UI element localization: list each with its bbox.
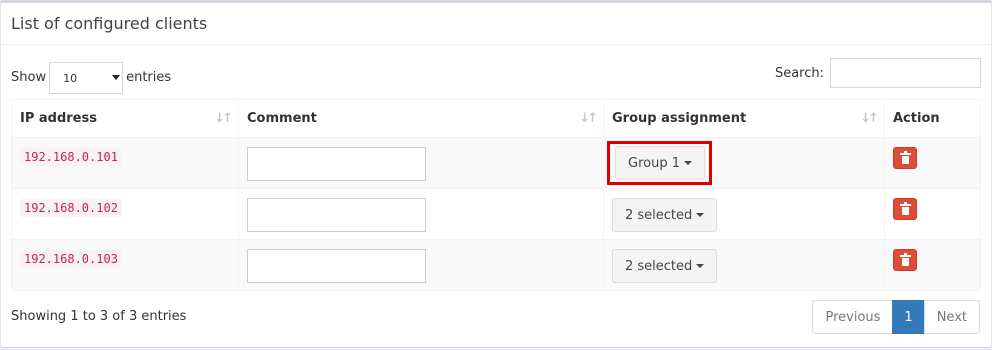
ip-cell: 192.168.0.102	[11, 188, 239, 240]
highlight-box: Group 1	[607, 141, 712, 185]
ip-address: 192.168.0.102	[20, 199, 122, 217]
group-select-label: Group 1	[628, 155, 680, 171]
column-header-ip-label: IP address	[20, 111, 97, 126]
entries-select-value: 10	[63, 72, 78, 85]
action-cell	[884, 239, 981, 291]
column-header-group[interactable]: Group assignment ↓↑	[603, 99, 885, 138]
comment-cell	[238, 188, 604, 240]
box-header: List of configured clients	[1, 3, 991, 45]
trash-icon	[900, 253, 911, 266]
caret-down-icon	[696, 264, 705, 268]
group-select-button[interactable]: 2 selected	[612, 198, 718, 232]
action-cell	[884, 188, 981, 240]
column-header-action: Action	[884, 99, 981, 138]
next-button[interactable]: Next	[923, 300, 980, 334]
page-1-button[interactable]: 1	[892, 300, 925, 334]
table-row: 192.168.0.102 2 selected	[11, 188, 981, 240]
column-header-ip[interactable]: IP address ↓↑	[11, 99, 239, 138]
comment-input[interactable]	[247, 198, 426, 232]
comment-cell	[238, 137, 604, 189]
delete-button[interactable]	[893, 249, 917, 271]
action-cell	[884, 137, 981, 189]
previous-button[interactable]: Previous	[812, 300, 894, 334]
ip-address: 192.168.0.103	[20, 250, 122, 268]
column-header-group-label: Group assignment	[612, 111, 747, 126]
group-cell: Group 1	[603, 137, 885, 189]
ip-cell: 192.168.0.103	[11, 239, 239, 291]
sort-icon: ↓↑	[214, 111, 233, 126]
sort-icon: ↓↑	[860, 111, 879, 126]
group-select-label: 2 selected	[625, 258, 693, 274]
show-label: Show	[11, 69, 47, 85]
column-header-comment[interactable]: Comment ↓↑	[238, 99, 604, 138]
ip-address: 192.168.0.101	[20, 148, 122, 166]
search-control: Search:	[775, 58, 981, 88]
sort-icon: ↓↑	[579, 111, 598, 126]
clients-table: IP address ↓↑ Comment ↓↑ Group assignmen…	[11, 99, 981, 291]
comment-input[interactable]	[247, 147, 426, 181]
entries-select[interactable]: 10	[49, 62, 124, 94]
clients-box: List of configured clients Show 10 entri…	[0, 0, 992, 348]
comment-input[interactable]	[247, 249, 426, 283]
delete-button[interactable]	[893, 147, 917, 169]
table-controls: Show 10 entries Search:	[11, 55, 981, 94]
caret-down-icon	[683, 161, 692, 165]
search-input[interactable]	[830, 58, 981, 88]
search-label: Search:	[774, 65, 824, 81]
table-row: 192.168.0.101 Group 1	[11, 137, 981, 189]
trash-icon	[900, 202, 911, 215]
column-header-action-label: Action	[893, 111, 940, 126]
group-cell: 2 selected	[603, 188, 885, 240]
group-cell: 2 selected	[603, 239, 885, 291]
delete-button[interactable]	[893, 198, 917, 220]
group-select-label: 2 selected	[625, 207, 693, 223]
column-header-comment-label: Comment	[247, 111, 317, 126]
comment-cell	[238, 239, 604, 291]
trash-icon	[900, 151, 911, 164]
ip-cell: 192.168.0.101	[11, 137, 239, 189]
pagination: Previous 1 Next	[812, 300, 980, 334]
box-title: List of configured clients	[11, 14, 208, 33]
entries-label: entries	[126, 69, 172, 85]
group-select-button[interactable]: Group 1	[615, 146, 705, 180]
table-row: 192.168.0.103 2 selected	[11, 239, 981, 291]
chevron-down-icon	[112, 75, 121, 80]
table-info: Showing 1 to 3 of 3 entries	[11, 309, 187, 324]
length-control: Show 10 entries	[11, 61, 172, 94]
caret-down-icon	[696, 213, 705, 217]
group-select-button[interactable]: 2 selected	[612, 249, 718, 283]
